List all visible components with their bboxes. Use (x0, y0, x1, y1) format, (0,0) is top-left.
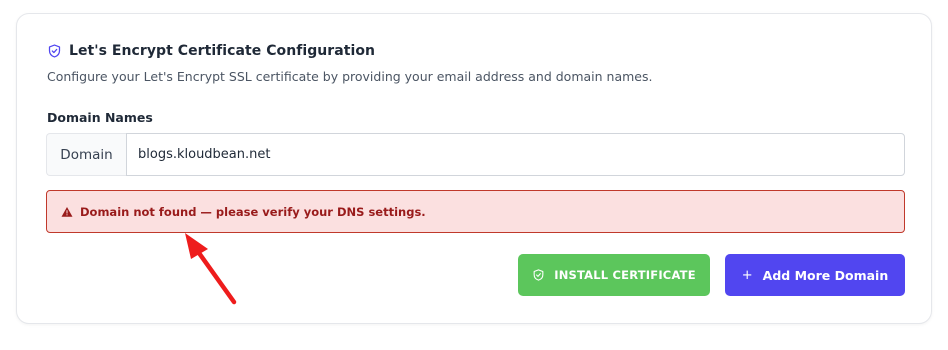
install-certificate-button[interactable]: INSTALL CERTIFICATE (518, 254, 710, 296)
add-more-domain-button[interactable]: + Add More Domain (725, 254, 905, 296)
red-arrow-icon (185, 233, 237, 305)
dns-error-alert: Domain not found — please verify your DN… (46, 190, 905, 233)
warning-triangle-icon (61, 206, 73, 218)
domain-input[interactable] (126, 133, 905, 176)
card-subtitle: Configure your Let's Encrypt SSL certifi… (47, 69, 653, 84)
install-certificate-label: INSTALL CERTIFICATE (554, 268, 696, 282)
plus-icon: + (741, 267, 753, 283)
alert-message: Domain not found — please verify your DN… (80, 204, 426, 219)
domain-addon-label: Domain (46, 133, 126, 176)
shield-check-icon (532, 268, 545, 282)
shield-check-icon (47, 43, 62, 59)
card-title: Let's Encrypt Certificate Configuration (69, 43, 376, 59)
add-more-domain-label: Add More Domain (762, 267, 889, 283)
domain-input-group: Domain (46, 133, 905, 176)
card-header: Let's Encrypt Certificate Configuration (47, 43, 375, 59)
certificate-config-card: Let's Encrypt Certificate Configuration … (16, 13, 932, 324)
domain-names-label: Domain Names (47, 110, 153, 125)
